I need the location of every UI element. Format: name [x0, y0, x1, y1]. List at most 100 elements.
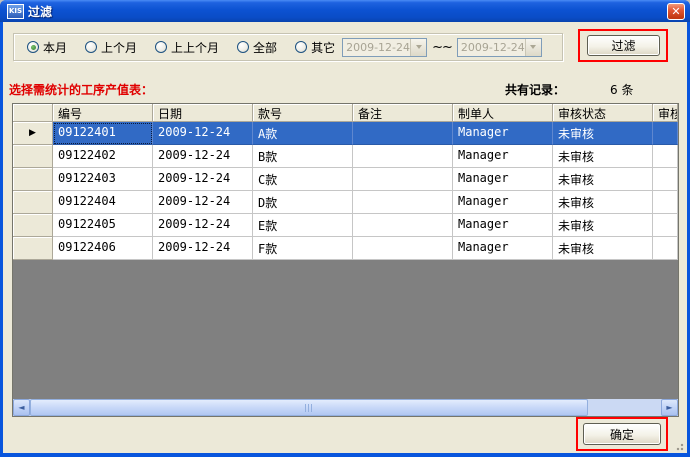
- date-range-separator: ~~: [432, 40, 452, 55]
- date-to-combo[interactable]: 2009-12-24: [457, 38, 542, 57]
- table-cell[interactable]: 2009-12-24: [153, 191, 253, 214]
- chevron-down-icon[interactable]: [410, 39, 426, 56]
- table-row[interactable]: 091224042009-12-24D款 Manager未审核: [13, 191, 678, 214]
- close-icon[interactable]: ✕: [667, 3, 685, 20]
- app-icon: KIS: [7, 4, 24, 19]
- grid-body: ▶091224012009-12-24A款Manager未审核091224022…: [13, 122, 678, 260]
- radio-all[interactable]: 全部: [237, 39, 277, 56]
- radio-icon[interactable]: [155, 41, 167, 53]
- radio-last-month[interactable]: 上个月: [85, 39, 137, 56]
- table-cell[interactable]: C款: [253, 168, 353, 191]
- table-cell[interactable]: 09122406: [53, 237, 153, 260]
- table-cell[interactable]: [653, 191, 678, 214]
- filter-button[interactable]: 过滤: [587, 35, 660, 56]
- horizontal-scrollbar[interactable]: ◄ ►: [13, 399, 678, 416]
- row-selector[interactable]: [13, 145, 53, 168]
- radio-icon[interactable]: [85, 41, 97, 53]
- table-cell[interactable]: E款: [253, 214, 353, 237]
- table-cell[interactable]: 09122404: [53, 191, 153, 214]
- row-selector[interactable]: [13, 214, 53, 237]
- date-from-combo[interactable]: 2009-12-24: [342, 38, 427, 57]
- column-header[interactable]: 备注: [353, 104, 453, 122]
- table-cell[interactable]: 2009-12-24: [153, 122, 253, 145]
- date-from-value: 2009-12-24: [343, 41, 410, 54]
- radio-label: 上个月: [101, 39, 137, 56]
- table-cell[interactable]: [653, 214, 678, 237]
- table-cell[interactable]: [353, 214, 453, 237]
- table-cell[interactable]: [653, 237, 678, 260]
- table-cell[interactable]: [353, 191, 453, 214]
- scroll-left-icon[interactable]: ◄: [13, 399, 30, 416]
- row-selector[interactable]: [13, 237, 53, 260]
- selected-row-marker-icon[interactable]: ▶: [13, 122, 53, 145]
- radio-icon[interactable]: [27, 41, 39, 53]
- radio-icon[interactable]: [237, 41, 249, 53]
- table-cell[interactable]: [653, 122, 678, 145]
- table-cell[interactable]: 未审核: [553, 168, 653, 191]
- column-header[interactable]: 审核状态: [553, 104, 653, 122]
- table-cell[interactable]: [353, 168, 453, 191]
- grid-header-row: 编号日期款号备注制单人审核状态审核: [13, 104, 678, 122]
- table-cell[interactable]: 09122403: [53, 168, 153, 191]
- chevron-down-icon[interactable]: [525, 39, 541, 56]
- table-cell[interactable]: 09122401: [53, 122, 153, 145]
- scrollbar-grip: [305, 404, 314, 412]
- column-header[interactable]: 审核: [653, 104, 678, 122]
- ok-button[interactable]: 确定: [583, 423, 661, 445]
- table-cell[interactable]: 未审核: [553, 237, 653, 260]
- table-row[interactable]: 091224062009-12-24F款 Manager未审核: [13, 237, 678, 260]
- column-header[interactable]: 制单人: [453, 104, 553, 122]
- table-row[interactable]: 091224032009-12-24C款 Manager未审核: [13, 168, 678, 191]
- row-selector[interactable]: [13, 168, 53, 191]
- table-row[interactable]: ▶091224012009-12-24A款 Manager未审核: [13, 122, 678, 145]
- table-cell[interactable]: Manager: [453, 237, 553, 260]
- scrollbar-thumb[interactable]: [30, 399, 588, 416]
- row-selector[interactable]: [13, 191, 53, 214]
- table-cell[interactable]: A款: [253, 122, 353, 145]
- table-cell[interactable]: 未审核: [553, 122, 653, 145]
- column-header[interactable]: 编号: [53, 104, 153, 122]
- table-cell[interactable]: Manager: [453, 168, 553, 191]
- prompt-label: 选择需统计的工序产值表：: [9, 81, 153, 98]
- table-cell[interactable]: Manager: [453, 191, 553, 214]
- table-cell[interactable]: B款: [253, 145, 353, 168]
- table-cell[interactable]: Manager: [453, 122, 553, 145]
- table-cell[interactable]: Manager: [453, 214, 553, 237]
- table-row[interactable]: 091224022009-12-24B款 Manager未审核: [13, 145, 678, 168]
- column-header[interactable]: 日期: [153, 104, 253, 122]
- table-cell[interactable]: [353, 122, 453, 145]
- table-cell[interactable]: 未审核: [553, 145, 653, 168]
- radio-label: 全部: [253, 39, 277, 56]
- radio-month-before-last[interactable]: 上上个月: [155, 39, 219, 56]
- radio-this-month[interactable]: 本月: [27, 39, 67, 56]
- table-cell[interactable]: D款: [253, 191, 353, 214]
- table-cell[interactable]: 09122405: [53, 214, 153, 237]
- table-cell[interactable]: [653, 145, 678, 168]
- scroll-right-icon[interactable]: ►: [661, 399, 678, 416]
- title-bar[interactable]: KIS 过滤 ✕: [0, 0, 690, 22]
- window-title: 过滤: [28, 3, 52, 20]
- records-grid: 编号日期款号备注制单人审核状态审核 ▶091224012009-12-24A款M…: [12, 103, 679, 417]
- table-cell[interactable]: Manager: [453, 145, 553, 168]
- record-count-label: 共有记录：: [505, 81, 565, 98]
- table-cell[interactable]: 2009-12-24: [153, 214, 253, 237]
- grid-empty-area: [13, 260, 678, 399]
- row-selector-header: [13, 104, 53, 122]
- radio-icon[interactable]: [295, 41, 307, 53]
- column-header[interactable]: 款号: [253, 104, 353, 122]
- table-cell[interactable]: 2009-12-24: [153, 145, 253, 168]
- table-cell[interactable]: 09122402: [53, 145, 153, 168]
- table-cell[interactable]: [653, 168, 678, 191]
- table-cell[interactable]: 2009-12-24: [153, 237, 253, 260]
- table-cell[interactable]: [353, 237, 453, 260]
- table-cell[interactable]: 未审核: [553, 191, 653, 214]
- table-cell[interactable]: F款: [253, 237, 353, 260]
- date-to-value: 2009-12-24: [458, 41, 525, 54]
- table-row[interactable]: 091224052009-12-24E款 Manager未审核: [13, 214, 678, 237]
- table-cell[interactable]: [353, 145, 453, 168]
- radio-other[interactable]: 其它: [295, 39, 335, 56]
- resize-grip[interactable]: [671, 438, 684, 451]
- table-cell[interactable]: 未审核: [553, 214, 653, 237]
- table-cell[interactable]: 2009-12-24: [153, 168, 253, 191]
- dialog-client-area: 本月 上个月 上上个月 全部 其它 2009-12-24 ~~: [3, 22, 687, 453]
